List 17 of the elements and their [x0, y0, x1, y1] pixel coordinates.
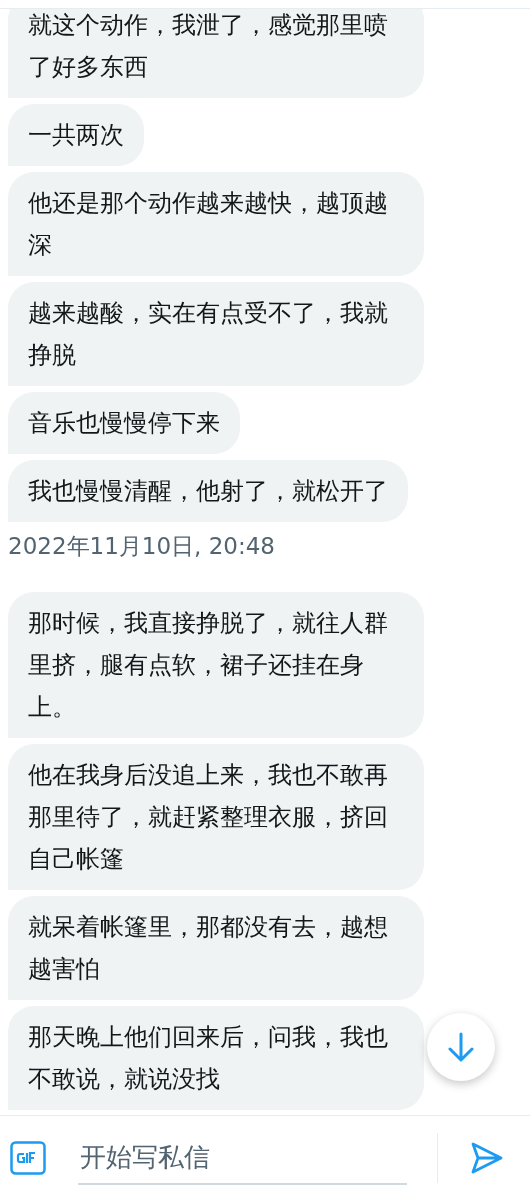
message-bubble: 一共两次	[8, 104, 144, 166]
message-bubble: 我也慢慢清醒，他射了，就松开了	[8, 460, 408, 522]
scroll-down-button[interactable]	[427, 1013, 495, 1081]
timestamp: 2022年11月10日, 20:48	[8, 532, 276, 561]
message-bubble: 就呆着帐篷里，那都没有去，越想越害怕	[8, 896, 424, 1000]
message-bubble: 他在我身后没追上来，我也不敢再那里待了，就赶紧整理衣服，挤回自己帐篷	[8, 744, 424, 890]
arrow-down-icon	[448, 1032, 474, 1062]
message-bubble: 音乐也慢慢停下来	[8, 392, 240, 454]
message-bubble: 那天晚上他们回来后，问我，我也不敢说，就说没找	[8, 1006, 424, 1110]
message-bubble: 越来越酸，实在有点受不了，我就挣脱	[8, 282, 424, 386]
gif-icon[interactable]	[10, 1141, 46, 1175]
send-icon	[470, 1141, 504, 1175]
message-input-field[interactable]: 开始写私信	[78, 1131, 407, 1185]
message-bubble: 那时候，我直接挣脱了，就往人群里挤，腿有点软，裙子还挂在身上。	[8, 592, 424, 738]
message-bubble: 他还是那个动作越来越快，越顶越深	[8, 172, 424, 276]
send-button[interactable]	[470, 1141, 504, 1175]
message-bubble: 就这个动作，我泄了，感觉那里喷了好多东西	[8, 9, 424, 98]
